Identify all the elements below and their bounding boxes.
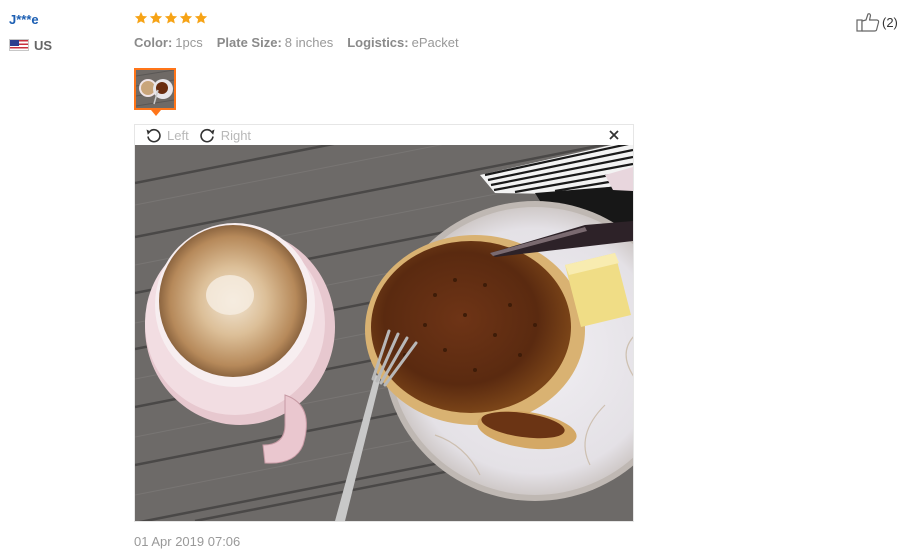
attribute-value: 8 inches (284, 35, 334, 50)
thumbs-up-icon (856, 13, 880, 32)
viewer-toolbar: Left Right (135, 125, 633, 145)
star-icon (149, 11, 163, 24)
rotate-left-label: Left (167, 127, 189, 143)
review-date: 01 Apr 2019 07:06 (134, 534, 241, 549)
attribute-value: ePacket (411, 35, 459, 50)
us-flag-icon (9, 39, 29, 51)
star-icon (179, 11, 193, 24)
reviewer-info: J***e US (9, 11, 119, 53)
star-icon (134, 11, 148, 24)
reviewer-country: US (9, 37, 119, 53)
rotate-left-button[interactable]: Left (145, 127, 189, 143)
thumbnail-pointer (151, 110, 161, 116)
attribute-color: Color: 1pcs (134, 34, 203, 52)
review-photo-image (135, 145, 633, 521)
star-icon (194, 11, 208, 24)
attribute-value: 1pcs (175, 35, 203, 50)
rotate-right-button[interactable]: Right (199, 127, 251, 143)
attribute-key: Logistics: (347, 35, 409, 50)
rotate-right-label: Right (220, 127, 252, 143)
helpful-button[interactable]: (2) (856, 12, 898, 32)
close-icon[interactable] (607, 128, 621, 142)
star-icon (164, 11, 178, 24)
feedback-content: Color: 1pcs Plate Size: 8 inches Logistics… (134, 11, 754, 52)
attribute-logistics: Logistics: ePacket (347, 34, 458, 52)
attribute-plate-size: Plate Size: 8 inches (217, 34, 333, 52)
review-photo (135, 145, 633, 521)
attribute-key: Color: (134, 35, 173, 50)
thumbnail-image (136, 70, 174, 108)
review-image-thumbnail[interactable] (134, 68, 176, 110)
reviewer-name: J***e (9, 12, 39, 27)
country-code: US (34, 37, 53, 53)
rotate-left-icon (146, 128, 161, 143)
rotate-right-icon (199, 128, 215, 143)
helpful-count: (2) (882, 14, 898, 30)
attribute-key: Plate Size: (216, 35, 282, 50)
image-viewer: Left Right (134, 124, 634, 522)
order-attributes: Color: 1pcs Plate Size: 8 inches Logistics… (134, 34, 754, 52)
star-rating (134, 11, 754, 28)
